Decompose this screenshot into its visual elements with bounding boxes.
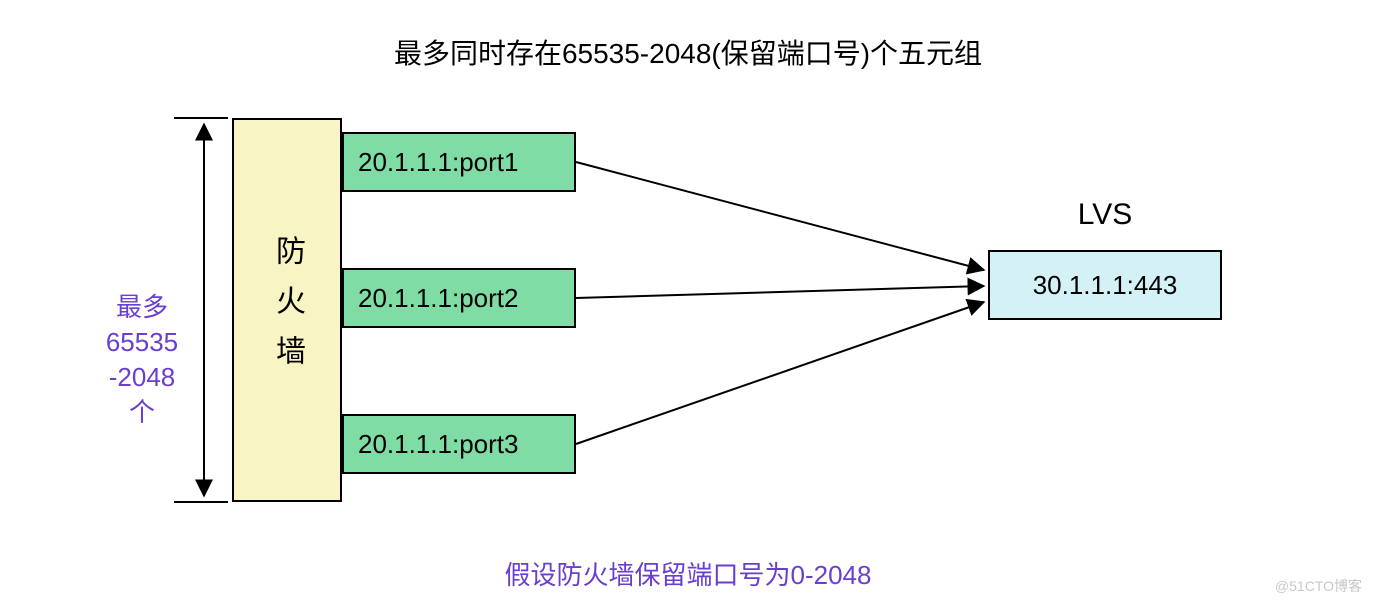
side-label-line: -2048 xyxy=(109,362,176,392)
firewall-label: 防火墙 xyxy=(265,235,309,385)
port-box-1: 20.1.1.1:port1 xyxy=(342,132,576,192)
diagram-title: 最多同时存在65535-2048(保留端口号)个五元组 xyxy=(0,32,1376,72)
port-box-2: 20.1.1.1:port2 xyxy=(342,268,576,328)
lvs-title: LVS xyxy=(988,198,1222,232)
side-count-label: 最多 65535 -2048 个 xyxy=(92,290,192,430)
side-label-line: 65535 xyxy=(106,327,178,357)
firewall-box: 防火墙 xyxy=(232,118,342,502)
watermark: @51CTO博客 xyxy=(1275,576,1362,596)
side-label-line: 个 xyxy=(129,397,155,427)
flow-arrows xyxy=(576,162,984,444)
port-box-3: 20.1.1.1:port3 xyxy=(342,414,576,474)
lvs-box: 30.1.1.1:443 xyxy=(988,250,1222,320)
side-label-line: 最多 xyxy=(116,292,168,322)
footer-note: 假设防火墙保留端口号为0-2048 xyxy=(0,555,1376,592)
